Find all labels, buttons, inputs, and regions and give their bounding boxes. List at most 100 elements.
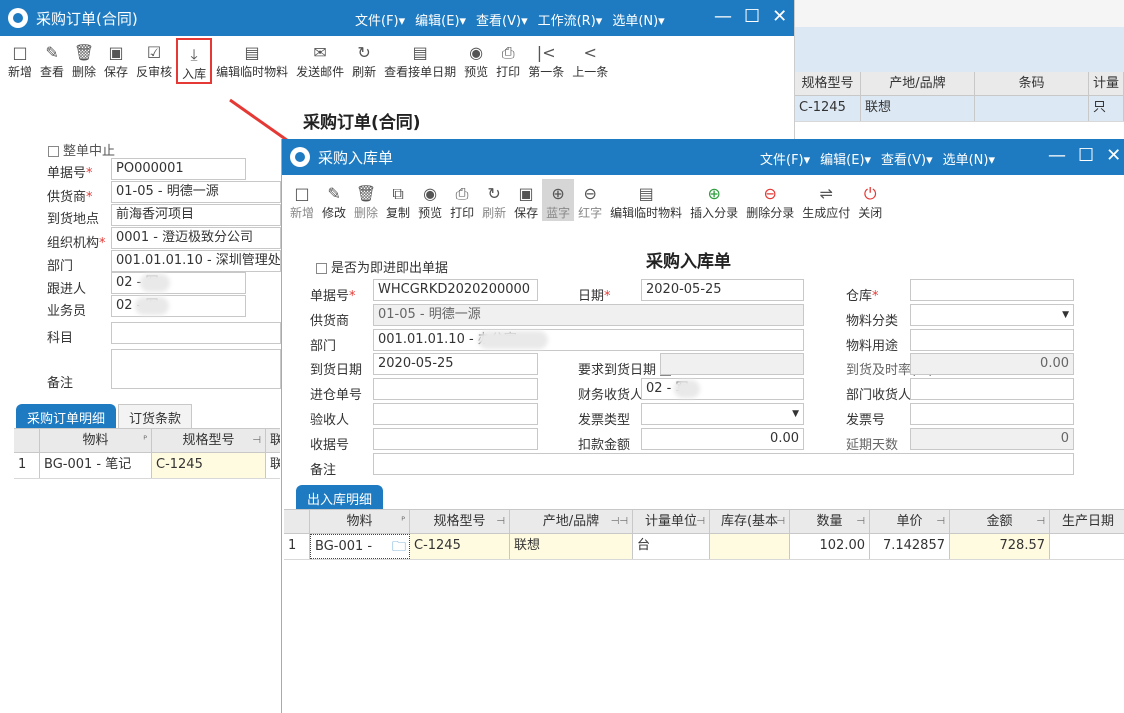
warehouse-field[interactable] xyxy=(910,279,1074,301)
cell-stock[interactable] xyxy=(710,534,790,559)
send-mail-button[interactable]: ✉ 发送邮件 xyxy=(292,38,348,80)
instant-inout-checkbox[interactable]: 是否为即进即出单据 xyxy=(316,257,448,276)
entry-no-field[interactable] xyxy=(373,378,538,400)
red-entry-button[interactable]: ⊖ 红字 xyxy=(574,179,606,221)
cell-spec[interactable]: C-1245 xyxy=(410,534,510,559)
minimize-icon[interactable]: — xyxy=(1048,145,1066,166)
delete-button[interactable]: 🗑 删除 xyxy=(68,38,100,80)
menu-edit[interactable]: 编辑(E)▾ xyxy=(820,149,871,168)
table-row[interactable]: C-1245 联想 只 xyxy=(795,96,1124,122)
view-order-date-button[interactable]: ▤ 查看接单日期 xyxy=(380,38,460,80)
cell-material[interactable]: BG-001 - 🗀 xyxy=(310,534,410,559)
maximize-icon[interactable]: ☐ xyxy=(744,6,760,27)
new-button[interactable]: □ 新增 xyxy=(286,179,318,221)
menu-select[interactable]: 选单(N)▾ xyxy=(612,10,664,29)
copy-button[interactable]: ⧉ 复制 xyxy=(382,179,414,221)
menu-select[interactable]: 选单(N)▾ xyxy=(943,149,995,168)
generate-payable-button[interactable]: ⇌ 生成应付 xyxy=(798,179,854,221)
grid-header-qty[interactable]: 数量 ⊣ xyxy=(790,510,870,533)
dept-field[interactable]: 001.01.01.10 - 办公室 xyxy=(373,329,804,351)
category-select[interactable]: ▼ xyxy=(910,304,1074,326)
grid-header-unit[interactable]: 计量 xyxy=(1089,72,1124,95)
grid-header-brand[interactable]: 产地/品牌 ⊣⊣ xyxy=(510,510,633,533)
remark-field[interactable] xyxy=(373,453,1074,475)
refresh-button[interactable]: ↻ 刷新 xyxy=(478,179,510,221)
require-date-field[interactable] xyxy=(660,353,804,375)
print-button[interactable]: ⎙ 打印 xyxy=(446,179,478,221)
grid-header-spec[interactable]: 规格型号 ⊣ xyxy=(410,510,510,533)
new-button[interactable]: □ 新增 xyxy=(4,38,36,80)
print-button[interactable]: ⎙ 打印 xyxy=(492,38,524,80)
menu-workflow[interactable]: 工作流(R)▾ xyxy=(538,10,603,29)
insert-entry-button[interactable]: ⊕ 插入分录 xyxy=(686,179,742,221)
usage-field[interactable] xyxy=(910,329,1074,351)
unapprove-button[interactable]: ☑ 反审核 xyxy=(132,38,176,80)
close-button[interactable]: ⏻ 关闭 xyxy=(854,179,886,221)
invoice-type-select[interactable]: ▼ xyxy=(641,403,804,425)
menu-file[interactable]: 文件(F)▾ xyxy=(355,10,405,29)
close-icon[interactable]: ✕ xyxy=(772,6,787,27)
menu-view[interactable]: 查看(V)▾ xyxy=(476,10,528,29)
clerk-field[interactable]: 02 - 军 xyxy=(111,295,246,317)
preview-button[interactable]: ◉ 预览 xyxy=(414,179,446,221)
preview-button[interactable]: ◉ 预览 xyxy=(460,38,492,80)
close-icon[interactable]: ✕ xyxy=(1106,145,1121,166)
grid-header-spec[interactable]: 规格型号 xyxy=(795,72,861,95)
grid-header-brand[interactable]: 产地/品牌 xyxy=(861,72,975,95)
blue-entry-button[interactable]: ⊕ 蓝字 xyxy=(542,179,575,221)
follower-field[interactable]: 02 - 军 xyxy=(111,272,246,294)
grid-header-brand[interactable]: 联 xyxy=(266,429,280,452)
cell-brand[interactable]: 联想 xyxy=(861,96,975,121)
supplier-field[interactable]: 01-05 - 明德一源 xyxy=(373,304,804,326)
grid-header-price[interactable]: 单价 ⊣ xyxy=(870,510,950,533)
maximize-icon[interactable]: ☐ xyxy=(1078,145,1094,166)
supplier-field[interactable]: 01-05 - 明德一源 xyxy=(111,181,281,203)
cell-qty[interactable]: 102.00 xyxy=(790,534,870,559)
menu-file[interactable]: 文件(F)▾ xyxy=(760,149,810,168)
cell-amount[interactable]: 728.57 xyxy=(950,534,1050,559)
date-field[interactable]: 2020-05-25 xyxy=(641,279,804,301)
first-record-button[interactable]: |< 第一条 xyxy=(524,38,568,80)
edit-temp-material-button[interactable]: ▤ 编辑临时物料 xyxy=(212,38,292,80)
location-field[interactable]: 前海香河项目 xyxy=(111,204,281,226)
bill-no-field[interactable]: WHCGRKD2020200000 xyxy=(373,279,538,301)
save-button[interactable]: ▣ 保存 xyxy=(510,179,542,221)
grid-header-material[interactable]: 物料 ᴾ xyxy=(310,510,410,533)
cell-price[interactable]: 7.142857 xyxy=(870,534,950,559)
remark-field[interactable] xyxy=(111,349,281,389)
org-field[interactable]: 0001 - 澄迈极致分公司 xyxy=(111,227,281,249)
cell-barcode[interactable] xyxy=(975,96,1089,121)
cell-unit[interactable]: 台 xyxy=(633,534,710,559)
receipt-field[interactable] xyxy=(373,428,538,450)
refresh-button[interactable]: ↻ 刷新 xyxy=(348,38,380,80)
delete-button[interactable]: 🗑 删除 xyxy=(350,179,382,221)
minimize-icon[interactable]: — xyxy=(714,6,732,27)
grid-header-barcode[interactable]: 条码 xyxy=(975,72,1089,95)
cell-mfg-date[interactable] xyxy=(1050,534,1124,559)
grid-header-unit[interactable]: 计量单位 ⊣ xyxy=(633,510,710,533)
dept-payee-field[interactable] xyxy=(910,378,1074,400)
rate-field[interactable]: 0.00 xyxy=(910,353,1074,375)
cell-brand[interactable]: 联想 xyxy=(510,534,633,559)
grid-header-amount[interactable]: 金额 ⊣ xyxy=(950,510,1050,533)
view-button[interactable]: ✎ 查看 xyxy=(36,38,68,80)
save-button[interactable]: ▣ 保存 xyxy=(100,38,132,80)
dept-field[interactable]: 001.01.01.10 - 深圳管理处 xyxy=(111,250,281,272)
invoice-no-field[interactable] xyxy=(910,403,1074,425)
cell-spec[interactable]: C-1245 xyxy=(152,453,266,478)
edit-temp-material-button[interactable]: ▤ 编辑临时物料 xyxy=(606,179,686,221)
tab-inout-detail[interactable]: 出入库明细 xyxy=(296,485,384,509)
menu-view[interactable]: 查看(V)▾ xyxy=(881,149,933,168)
grid-header-mfg-date[interactable]: 生产日期 xyxy=(1050,510,1124,533)
subject-field[interactable] xyxy=(111,322,281,344)
close-order-checkbox[interactable]: 整单中止 xyxy=(48,140,115,159)
cell-unit[interactable]: 只 xyxy=(1089,96,1124,121)
folder-icon[interactable]: 🗀 xyxy=(392,535,406,558)
payee-field[interactable]: 02 - 军 xyxy=(641,378,804,400)
table-row[interactable]: 1 BG-001 - 笔记 C-1245 联 xyxy=(14,453,280,479)
inspector-field[interactable] xyxy=(373,403,538,425)
previous-record-button[interactable]: < 上一条 xyxy=(568,38,612,80)
order-no-field[interactable]: PO000001 xyxy=(111,158,246,180)
deduct-field[interactable]: 0.00 xyxy=(641,428,804,450)
grid-header-material[interactable]: 物料 ᴾ xyxy=(40,429,152,452)
